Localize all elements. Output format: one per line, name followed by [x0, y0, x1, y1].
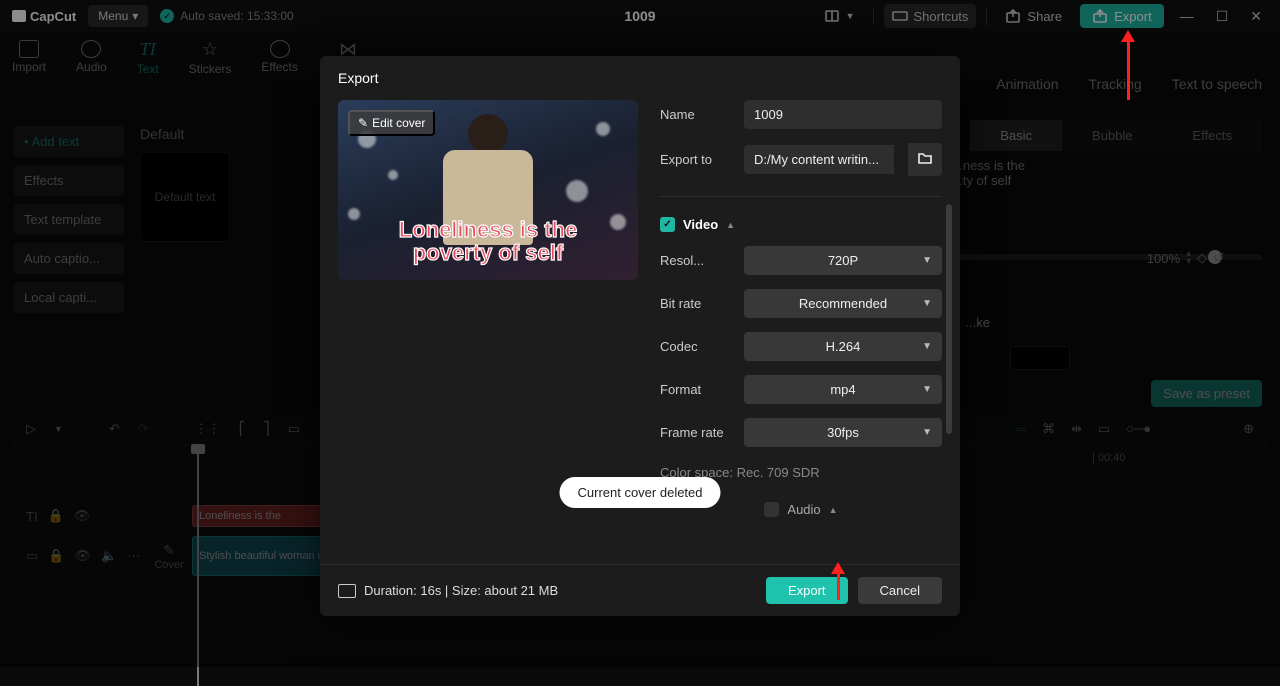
framerate-label: Frame rate	[660, 425, 730, 440]
chevron-down-icon: ▼	[922, 384, 932, 395]
bitrate-label: Bit rate	[660, 296, 730, 311]
bokeh	[596, 122, 610, 136]
modal-title: Export	[320, 56, 960, 100]
framerate-row: Frame rate 30fps▼	[660, 418, 942, 447]
codec-label: Codec	[660, 339, 730, 354]
chevron-down-icon: ▼	[922, 298, 932, 309]
chevron-up-icon: ▲	[829, 505, 838, 515]
exportto-path[interactable]: D:/My content writin...	[744, 145, 894, 174]
name-label: Name	[660, 107, 730, 122]
chevron-up-icon: ▲	[726, 220, 735, 230]
resolution-select[interactable]: 720P▼	[744, 246, 942, 275]
audio-checkbox[interactable]: ✓	[764, 502, 779, 517]
cancel-button[interactable]: Cancel	[858, 577, 942, 604]
chevron-down-icon: ▼	[922, 427, 932, 438]
name-input[interactable]	[744, 100, 942, 129]
bokeh	[388, 170, 398, 180]
folder-icon	[917, 150, 933, 166]
exportto-row: Export to D:/My content writin...	[660, 143, 942, 176]
chevron-down-icon: ▼	[922, 341, 932, 352]
pencil-icon: ✎	[358, 116, 368, 130]
video-section-header[interactable]: ✓ Video ▲	[660, 217, 942, 232]
cover-text: Loneliness is the poverty of self	[338, 218, 638, 264]
modal-footer: Duration: 16s | Size: about 21 MB Export…	[320, 564, 960, 616]
framerate-select[interactable]: 30fps▼	[744, 418, 942, 447]
format-label: Format	[660, 382, 730, 397]
scrollbar-thumb[interactable]	[946, 204, 952, 434]
cover-preview: ✎Edit cover Loneliness is the poverty of…	[338, 100, 638, 280]
export-modal: Export ✎Edit cover Loneliness is the pov…	[320, 56, 960, 616]
bitrate-select[interactable]: Recommended▼	[744, 289, 942, 318]
exportto-label: Export to	[660, 152, 730, 167]
format-select[interactable]: mp4▼	[744, 375, 942, 404]
browse-folder-button[interactable]	[908, 143, 942, 176]
toast-message: Current cover deleted	[559, 477, 720, 508]
bokeh	[566, 180, 588, 202]
codec-row: Codec H.264▼	[660, 332, 942, 361]
video-checkbox[interactable]: ✓	[660, 217, 675, 232]
divider	[660, 196, 942, 197]
codec-select[interactable]: H.264▼	[744, 332, 942, 361]
chevron-down-icon: ▼	[922, 255, 932, 266]
bitrate-row: Bit rate Recommended▼	[660, 289, 942, 318]
format-row: Format mp4▼	[660, 375, 942, 404]
resolution-label: Resol...	[660, 253, 730, 268]
edit-cover-button[interactable]: ✎Edit cover	[348, 110, 435, 136]
resolution-row: Resol... 720P▼	[660, 246, 942, 275]
name-row: Name	[660, 100, 942, 129]
export-info: Duration: 16s | Size: about 21 MB	[338, 583, 558, 598]
export-button[interactable]: Export	[766, 577, 848, 604]
film-icon	[338, 584, 356, 598]
